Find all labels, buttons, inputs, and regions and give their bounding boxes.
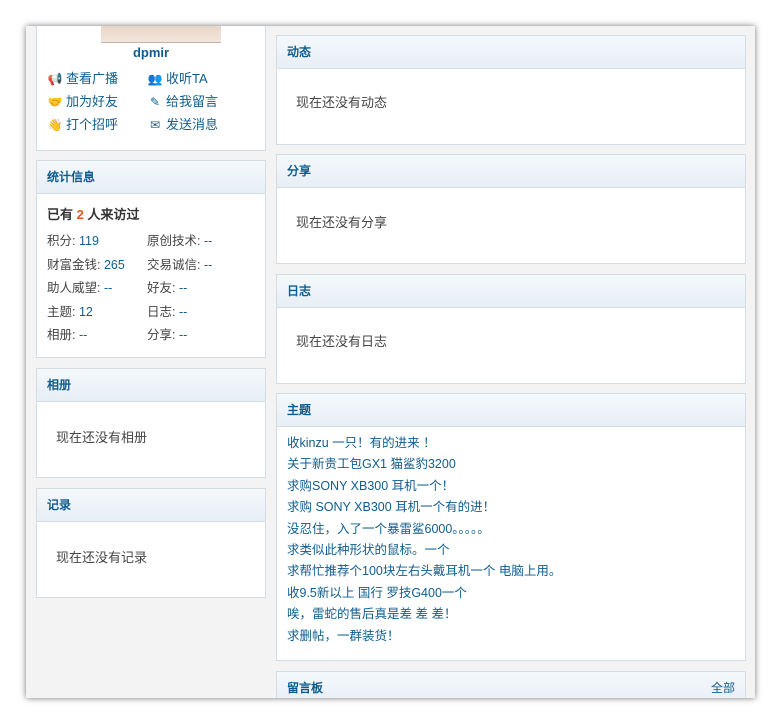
- topic-link[interactable]: 求购 SONY XB300 耳机一个有的进！: [287, 497, 735, 518]
- feed-empty-text: 现在还没有动态: [296, 95, 388, 110]
- topic-link[interactable]: 没忍住，入了一个暴雷鲨6000。。。。。: [287, 519, 735, 540]
- wave-people-icon: 👋: [47, 118, 63, 132]
- share-box: 分享 现在还没有分享: [276, 154, 746, 264]
- stat-blogs: 日志: --: [147, 305, 188, 319]
- megaphone-icon: 📢: [47, 72, 63, 86]
- blog-title: 日志: [277, 275, 745, 308]
- feed-title: 动态: [277, 36, 745, 69]
- username-link[interactable]: dpmir: [37, 45, 265, 60]
- topic-link[interactable]: 求类似此种形状的鼠标。一个: [287, 540, 735, 561]
- guestbook-title: 留言板: [287, 681, 324, 695]
- guestbook-header: 留言板 全部: [277, 672, 745, 698]
- visitor-count: 已有 2 人来访过: [47, 207, 140, 222]
- blog-empty-text: 现在还没有日志: [296, 334, 388, 349]
- album-empty-text: 现在还没有相册: [56, 430, 148, 445]
- stat-wealth: 财富金钱: 265: [47, 258, 125, 272]
- topics-title: 主题: [277, 394, 745, 427]
- album-box: 相册 现在还没有相册: [36, 368, 266, 478]
- view-broadcast-link[interactable]: 📢 查看广播: [47, 69, 119, 89]
- stats-box: 统计信息 已有 2 人来访过 积分: 119 原创技术: -- 财富金钱: 26…: [36, 160, 266, 358]
- stat-friends: 好友: --: [147, 281, 188, 295]
- follow-link[interactable]: 👥 收听TA: [147, 69, 208, 89]
- stat-original-tech: 原创技术: --: [147, 234, 213, 248]
- share-empty-text: 现在还没有分享: [296, 215, 388, 230]
- stat-topics: 主题: 12: [47, 305, 93, 319]
- listen-people-icon: 👥: [147, 72, 163, 86]
- topic-link[interactable]: 求帮忙推荐个100块左右头戴耳机一个 电脑上用。: [287, 561, 735, 582]
- handshake-icon: 🤝: [47, 95, 63, 109]
- add-friend-link[interactable]: 🤝 加为好友: [47, 92, 119, 112]
- stat-shares: 分享: --: [147, 328, 188, 342]
- feed-box: 动态 现在还没有动态: [276, 35, 746, 145]
- pencil-icon: ✎: [149, 95, 161, 109]
- share-title: 分享: [277, 155, 745, 188]
- records-title: 记录: [37, 489, 265, 522]
- profile-box: dpmir 📢 查看广播 👥 收听TA 🤝 加为好友 ✎ 给我留言 👋 打个招呼 ✉ 发送消…: [36, 26, 266, 151]
- topic-link[interactable]: 收kinzu 一只！有的进来 ！: [287, 433, 735, 454]
- stat-trade-credit: 交易诚信: --: [147, 258, 213, 272]
- guestbook-box: 留言板 全部: [276, 671, 746, 698]
- topic-list: 收kinzu 一只！有的进来 ！ 关于新贵工包GX1 猫鲨豹3200 求购SON…: [277, 427, 745, 647]
- topic-link[interactable]: 关于新贵工包GX1 猫鲨豹3200: [287, 454, 735, 475]
- topic-link[interactable]: 求删帖，一群装货！: [287, 626, 735, 647]
- greet-link[interactable]: 👋 打个招呼: [47, 115, 119, 135]
- topic-link[interactable]: 求购SONY XB300 耳机一个！: [287, 476, 735, 497]
- topic-link[interactable]: 收9.5新以上 国行 罗技G400一个: [287, 583, 735, 604]
- guestbook-all-link[interactable]: 全部: [711, 672, 735, 698]
- stat-prestige: 助人威望: --: [47, 281, 113, 295]
- stat-points: 积分: 119: [47, 234, 99, 248]
- leave-message-link[interactable]: ✎ 给我留言: [147, 92, 218, 112]
- blog-box: 日志 现在还没有日志: [276, 274, 746, 384]
- envelope-icon: ✉: [149, 118, 161, 132]
- stats-title: 统计信息: [37, 161, 265, 194]
- records-box: 记录 现在还没有记录: [36, 488, 266, 598]
- avatar[interactable]: [101, 26, 221, 43]
- send-message-link[interactable]: ✉ 发送消息: [147, 115, 218, 135]
- album-title: 相册: [37, 369, 265, 402]
- topic-link[interactable]: 唉，雷蛇的售后真是差 差 差！: [287, 604, 735, 625]
- profile-page: dpmir 📢 查看广播 👥 收听TA 🤝 加为好友 ✎ 给我留言 👋 打个招呼 ✉ 发送消…: [26, 26, 755, 698]
- records-empty-text: 现在还没有记录: [56, 550, 148, 565]
- topics-box: 主题 收kinzu 一只！有的进来 ！ 关于新贵工包GX1 猫鲨豹3200 求购…: [276, 393, 746, 661]
- stat-albums: 相册: --: [47, 328, 88, 342]
